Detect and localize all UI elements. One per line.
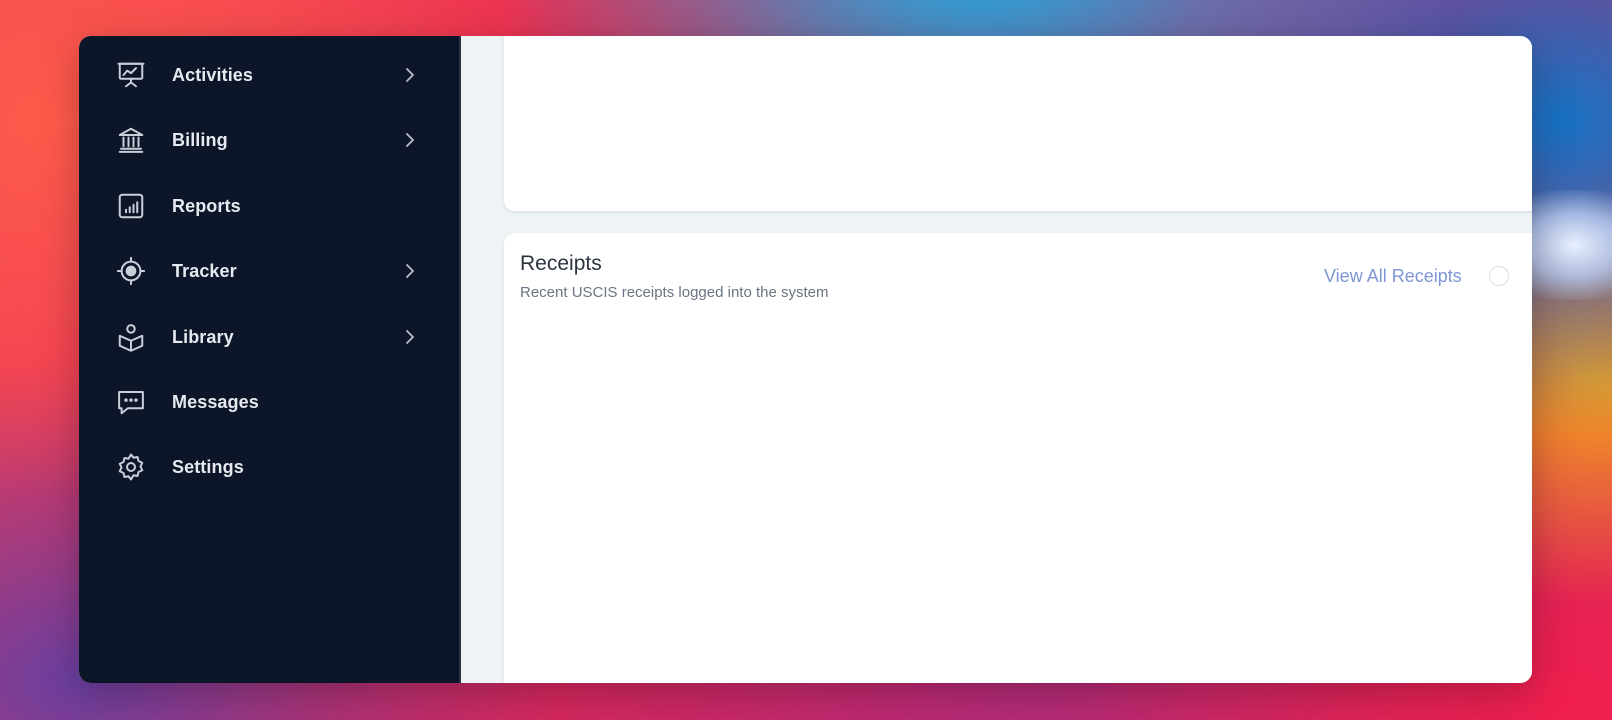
chevron-right-icon [402, 329, 418, 345]
sidebar-item-activities[interactable]: Activities [79, 50, 459, 100]
gear-icon [115, 451, 147, 483]
bank-icon [115, 124, 147, 156]
view-all-receipts-link[interactable]: View All Receipts [1324, 266, 1462, 287]
sidebar-item-label: Reports [172, 195, 241, 216]
sidebar-item-label: Activities [172, 64, 254, 85]
sidebar-item-tracker[interactable]: Tracker [79, 246, 459, 296]
book-reader-icon [115, 321, 147, 353]
sidebar-item-label: Messages [172, 391, 259, 412]
chevron-right-icon [402, 263, 418, 279]
chat-bubble-icon [115, 386, 147, 418]
chevron-right-icon [402, 67, 418, 83]
sidebar-item-label: Settings [172, 456, 244, 477]
sidebar: Activities Billing Reports Tracker Libra… [79, 36, 461, 683]
app-window: Activities Billing Reports Tracker Libra… [79, 36, 1532, 683]
sidebar-item-messages[interactable]: Messages [79, 377, 459, 427]
bar-chart-icon [115, 190, 147, 222]
presentation-chart-icon [115, 59, 147, 91]
sidebar-item-library[interactable]: Library [79, 312, 459, 362]
receipts-subtitle: Recent USCIS receipts logged into the sy… [520, 284, 829, 301]
sidebar-item-reports[interactable]: Reports [79, 181, 459, 231]
circle-arrow-icon[interactable] [1489, 266, 1509, 286]
receipts-title: Receipts [520, 252, 602, 275]
sidebar-item-label: Library [172, 326, 234, 347]
top-card [504, 36, 1532, 211]
receipts-card: Receipts Recent USCIS receipts logged in… [504, 233, 1532, 683]
sidebar-item-label: Billing [172, 129, 228, 150]
sidebar-item-billing[interactable]: Billing [79, 115, 459, 165]
crosshair-icon [115, 255, 147, 287]
chevron-right-icon [402, 132, 418, 148]
main-content: Receipts Recent USCIS receipts logged in… [461, 36, 1532, 683]
sidebar-item-settings[interactable]: Settings [79, 442, 459, 492]
sidebar-item-label: Tracker [172, 260, 237, 281]
